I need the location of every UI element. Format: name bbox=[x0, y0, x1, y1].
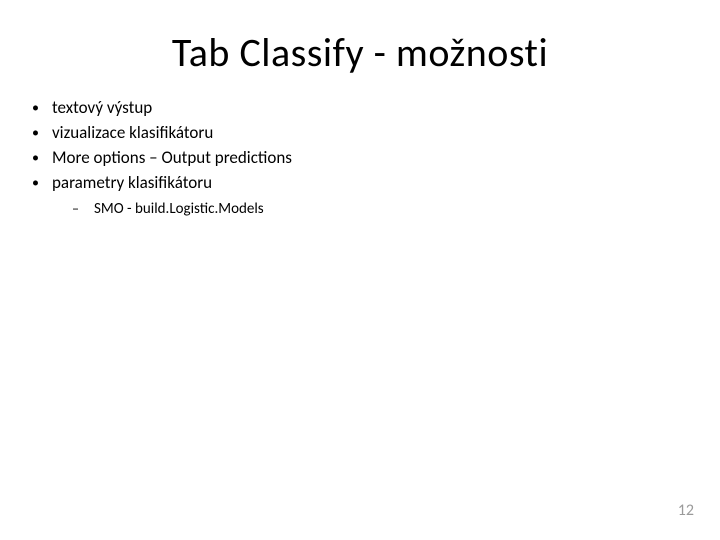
dash-marker-icon: – bbox=[72, 199, 94, 219]
bullet-marker-icon: • bbox=[32, 147, 52, 169]
bullet-text: parametry klasifikátoru bbox=[52, 172, 672, 195]
list-item: • vizualizace klasifikátoru bbox=[32, 122, 672, 145]
sub-list-item: – SMO - build.Logistic.Models bbox=[72, 199, 672, 220]
slide-content: • textový výstup • vizualizace klasifiká… bbox=[0, 97, 720, 220]
bullet-text: More options – Output predictions bbox=[52, 147, 672, 170]
bullet-list: • textový výstup • vizualizace klasifiká… bbox=[32, 97, 672, 195]
bullet-marker-icon: • bbox=[32, 172, 52, 194]
sub-list: – SMO - build.Logistic.Models bbox=[32, 199, 672, 220]
bullet-text: vizualizace klasifikátoru bbox=[52, 122, 672, 145]
list-item: • More options – Output predictions bbox=[32, 147, 672, 170]
list-item: • textový výstup bbox=[32, 97, 672, 120]
slide-title: Tab Classify - možnosti bbox=[0, 0, 720, 97]
sub-item-text: SMO - build.Logistic.Models bbox=[94, 199, 264, 220]
bullet-marker-icon: • bbox=[32, 122, 52, 144]
bullet-text: textový výstup bbox=[52, 97, 672, 120]
list-item: • parametry klasifikátoru bbox=[32, 172, 672, 195]
page-number: 12 bbox=[678, 501, 694, 520]
bullet-marker-icon: • bbox=[32, 97, 52, 119]
